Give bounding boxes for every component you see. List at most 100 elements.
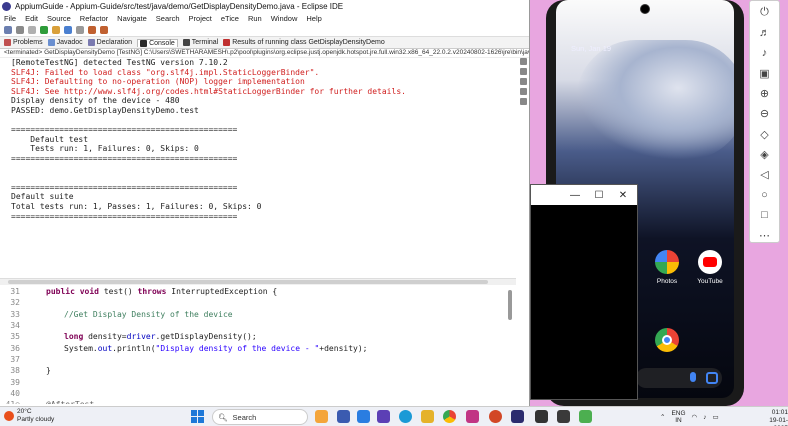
scroll-thumb[interactable] bbox=[8, 280, 488, 284]
close-icon[interactable]: ✕ bbox=[617, 190, 629, 201]
menu-etice[interactable]: eTice bbox=[221, 14, 239, 23]
taskbar-search[interactable]: 🔍︎ Search bbox=[212, 409, 308, 425]
menu-help[interactable]: Help bbox=[306, 14, 321, 23]
tab-problems[interactable]: Problems bbox=[4, 39, 43, 46]
floating-window[interactable]: — ☐ ✕ bbox=[530, 184, 638, 400]
terminal-icon[interactable] bbox=[535, 410, 548, 423]
console-horizontal-scrollbar[interactable] bbox=[0, 278, 516, 285]
pin-console-icon[interactable] bbox=[519, 78, 527, 85]
windows-start-icon[interactable] bbox=[191, 410, 204, 423]
menu-file[interactable]: File bbox=[4, 14, 16, 23]
run-icon[interactable] bbox=[40, 26, 48, 34]
android-emulator-icon[interactable] bbox=[579, 410, 592, 423]
console-line: PASSED: demo.GetDisplayDensityDemo.test bbox=[11, 105, 199, 115]
line-number: 33 bbox=[10, 309, 20, 319]
app-pinned-icon[interactable] bbox=[315, 410, 328, 423]
tab-console[interactable]: Console bbox=[137, 38, 178, 47]
console-line: SLF4J: See http://www.slf4j.org/codes.ht… bbox=[11, 86, 406, 96]
lens-icon[interactable] bbox=[706, 372, 718, 384]
file-explorer-icon[interactable] bbox=[421, 410, 434, 423]
debug-icon[interactable] bbox=[52, 26, 60, 34]
print-icon[interactable] bbox=[28, 26, 36, 34]
powerpoint-icon[interactable] bbox=[489, 410, 502, 423]
wifi-icon[interactable]: ◠ bbox=[692, 413, 698, 421]
chrome-taskbar-icon[interactable] bbox=[443, 410, 456, 423]
code-token: out bbox=[97, 343, 113, 353]
menu-navigate[interactable]: Navigate bbox=[117, 14, 147, 23]
code-line: 38} bbox=[0, 365, 512, 376]
menu-run[interactable]: Run bbox=[248, 14, 262, 23]
scroll-lock-icon[interactable] bbox=[519, 68, 527, 75]
rotate-right-icon[interactable]: ◈ bbox=[758, 148, 772, 161]
display-console-icon[interactable] bbox=[519, 88, 527, 95]
search-icon[interactable] bbox=[64, 26, 72, 34]
menu-search[interactable]: Search bbox=[156, 14, 180, 23]
zoom-out-icon[interactable]: ⊖ bbox=[758, 107, 772, 120]
minimize-icon[interactable]: — bbox=[569, 190, 581, 201]
volume-down-icon[interactable]: ♪ bbox=[758, 47, 772, 60]
tab-label: Javadoc bbox=[56, 39, 83, 46]
clock[interactable]: 01:01 19-01-2025 bbox=[756, 409, 788, 426]
tab-results[interactable]: Results of running class GetDisplayDensi… bbox=[223, 39, 385, 46]
menu-refactor[interactable]: Refactor bbox=[80, 14, 108, 23]
overview-icon[interactable]: □ bbox=[758, 209, 772, 222]
home-icon[interactable]: ○ bbox=[758, 188, 772, 201]
nav-forward-icon[interactable] bbox=[100, 26, 108, 34]
app-pinned-icon[interactable] bbox=[557, 410, 570, 423]
eclipse-taskbar-icon[interactable] bbox=[511, 410, 524, 423]
open-type-icon[interactable] bbox=[76, 26, 84, 34]
wallpaper bbox=[576, 40, 734, 160]
power-icon[interactable]: ⏻ bbox=[758, 6, 772, 19]
chrome-icon[interactable] bbox=[655, 328, 679, 352]
code-token: } bbox=[46, 366, 51, 376]
app-pinned-icon[interactable] bbox=[357, 410, 370, 423]
code-line: 39 bbox=[0, 376, 512, 387]
line-number: 37 bbox=[10, 354, 20, 364]
new-icon[interactable] bbox=[4, 26, 12, 34]
app-pinned-icon[interactable] bbox=[337, 410, 350, 423]
tab-icon bbox=[223, 39, 231, 46]
menu-window[interactable]: Window bbox=[271, 14, 298, 23]
tab-javadoc[interactable]: Javadoc bbox=[47, 39, 83, 46]
menu-source[interactable]: Source bbox=[47, 14, 71, 23]
volume-icon[interactable]: ♪ bbox=[703, 414, 706, 421]
code-line: 41⊖ @AfterTest bbox=[0, 399, 512, 404]
menu-project[interactable]: Project bbox=[189, 14, 212, 23]
weather-widget[interactable]: 20°C Partly cloudy bbox=[4, 408, 54, 424]
nav-back-icon[interactable] bbox=[88, 26, 96, 34]
menu-edit[interactable]: Edit bbox=[25, 14, 38, 23]
tab-icon bbox=[87, 39, 95, 46]
code-editor[interactable]: 31 public void test() throws InterruptedE… bbox=[0, 286, 512, 404]
tab-terminal[interactable]: Terminal bbox=[182, 39, 219, 46]
language[interactable]: ENG bbox=[671, 410, 685, 417]
taskbar-search-label: Search bbox=[232, 412, 257, 422]
zoom-in-icon[interactable]: ⊕ bbox=[758, 87, 772, 100]
console-output[interactable]: [RemoteTestNG] detected TestNG version 7… bbox=[0, 58, 516, 278]
screenshot-icon[interactable]: ▣ bbox=[758, 67, 772, 80]
region[interactable]: IN bbox=[671, 417, 685, 424]
save-icon[interactable] bbox=[16, 26, 24, 34]
back-icon[interactable]: ◁ bbox=[758, 168, 772, 181]
console-line: ========================================… bbox=[11, 182, 238, 192]
photos-icon[interactable] bbox=[655, 250, 679, 274]
maximize-icon[interactable]: ☐ bbox=[593, 190, 605, 201]
console-line: SLF4J: Defaulting to no-operation (NOP) … bbox=[11, 77, 305, 87]
edge-icon[interactable] bbox=[399, 410, 412, 423]
tab-label: Terminal bbox=[191, 39, 219, 46]
code-token: InterruptedException { bbox=[171, 287, 278, 297]
app-pinned-icon[interactable] bbox=[377, 410, 390, 423]
battery-icon[interactable]: ▭ bbox=[712, 413, 718, 421]
rotate-left-icon[interactable]: ◇ bbox=[758, 128, 772, 141]
youtube-icon[interactable] bbox=[698, 250, 722, 274]
editor-vertical-scrollbar[interactable] bbox=[508, 290, 512, 320]
chevron-up-icon[interactable]: ⌃ bbox=[660, 413, 665, 421]
mic-icon[interactable] bbox=[690, 372, 696, 382]
tab-declaration[interactable]: Declaration bbox=[87, 39, 132, 46]
code-token: //Get Display Density of the device bbox=[64, 309, 233, 319]
volume-up-icon[interactable]: ♬ bbox=[758, 26, 772, 39]
app-pinned-icon[interactable] bbox=[466, 410, 479, 423]
clear-console-icon[interactable] bbox=[519, 58, 527, 65]
more-icon[interactable]: ⋯ bbox=[758, 229, 772, 242]
open-console-icon[interactable] bbox=[519, 98, 527, 105]
